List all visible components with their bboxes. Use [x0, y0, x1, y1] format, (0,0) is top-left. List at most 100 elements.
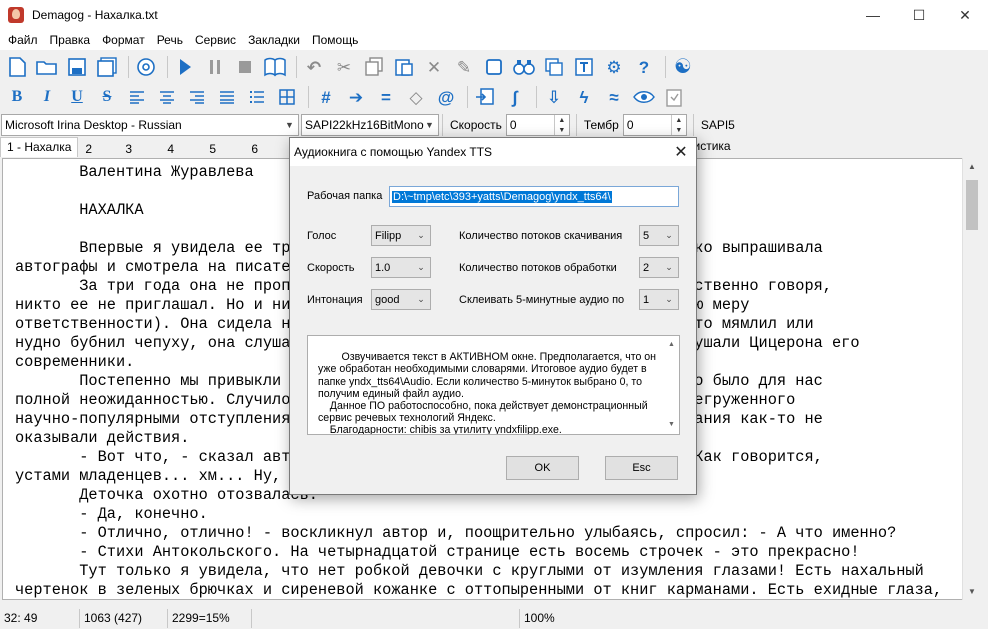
app-icon — [8, 7, 24, 23]
open-folder-icon[interactable] — [34, 54, 60, 80]
folder-label: Рабочая папка — [307, 190, 383, 202]
voice-combo[interactable]: Filipp ⌄ — [371, 225, 431, 246]
close-icon[interactable]: ✕ — [670, 141, 692, 163]
progress-status: 2299=15% — [168, 609, 252, 628]
gear-icon[interactable]: ⚙ — [601, 54, 627, 80]
integral-icon[interactable]: ∫ — [502, 84, 528, 110]
arrow-right-icon[interactable]: ➔ — [343, 84, 369, 110]
menu-edit[interactable]: Правка — [44, 30, 97, 50]
undo-icon[interactable]: ↶ — [301, 54, 327, 80]
tab-1[interactable]: 1 - Нахалка — [0, 137, 79, 157]
tab-4[interactable]: 4 — [160, 139, 202, 157]
list-icon[interactable] — [244, 84, 270, 110]
voice-label: Голос — [307, 230, 337, 242]
speed-spinner[interactable]: 0 ▲ ▼ — [505, 114, 570, 136]
process-threads-label: Количество потоков обработки — [459, 262, 617, 274]
italic-icon[interactable]: I — [34, 84, 60, 110]
table-icon[interactable] — [274, 84, 300, 110]
paste-icon[interactable] — [391, 54, 417, 80]
info-text: Озвучивается текст в АКТИВНОМ окне. Пред… — [318, 351, 657, 435]
align-left-icon[interactable] — [124, 84, 150, 110]
editor-scrollbar[interactable]: ▲ ▼ — [962, 158, 980, 600]
cut-icon[interactable]: ✂ — [331, 54, 357, 80]
disc-icon[interactable] — [133, 54, 159, 80]
menu-help[interactable]: Помощь — [306, 30, 364, 50]
cursor-position: 32: 49 — [0, 609, 80, 628]
chevron-down-icon: ⌄ — [665, 262, 673, 272]
bold-icon[interactable]: B — [4, 84, 30, 110]
copy-icon[interactable] — [361, 54, 387, 80]
text-icon[interactable] — [571, 54, 597, 80]
approx-icon[interactable]: ≈ — [601, 84, 627, 110]
process-threads-combo[interactable]: 2 ⌄ — [639, 257, 679, 278]
lightning-icon[interactable]: ϟ — [571, 84, 597, 110]
info-scrollbar[interactable]: ▲ ▼ — [664, 336, 679, 434]
align-center-icon[interactable] — [154, 84, 180, 110]
new-file-icon[interactable] — [4, 54, 30, 80]
yin-yang-icon[interactable]: ☯ — [670, 54, 696, 80]
intonation-combo[interactable]: good ⌄ — [371, 289, 431, 310]
scroll-down-icon[interactable]: ▼ — [963, 583, 981, 600]
dialog-title-bar: Аудиокнига с помощью Yandex TTS ✕ — [290, 138, 696, 166]
scroll-up-icon[interactable]: ▲ — [963, 158, 981, 175]
tab-5[interactable]: 5 — [202, 139, 244, 157]
menu-service[interactable]: Сервис — [189, 30, 242, 50]
play-icon[interactable] — [172, 54, 198, 80]
close-window-button[interactable]: ✕ — [942, 0, 988, 30]
chevron-down-icon: ⌄ — [665, 230, 673, 240]
pause-icon[interactable] — [202, 54, 228, 80]
frame-icon[interactable] — [481, 54, 507, 80]
download-threads-combo[interactable]: 5 ⌄ — [639, 225, 679, 246]
spinner-arrows-icon[interactable]: ▲ ▼ — [670, 115, 686, 135]
align-right-icon[interactable] — [184, 84, 210, 110]
tab-2[interactable]: 2 — [78, 139, 118, 157]
zoom-level: 100% — [524, 611, 555, 625]
binoculars-icon[interactable] — [511, 54, 537, 80]
maximize-button[interactable]: ☐ — [896, 0, 942, 30]
merge-label: Склеивать 5-минутные аудио по — [459, 294, 625, 306]
at-icon[interactable]: @ — [433, 84, 459, 110]
folder-value: D:\~tmp\etc\393+yatts\Demagog\yndx_tts64… — [392, 190, 612, 203]
audio-format-select[interactable]: SAPI22kHz16BitMono ▼ — [301, 114, 439, 136]
save-all-icon[interactable] — [94, 54, 120, 80]
chevron-down-icon: ▼ — [425, 120, 434, 130]
menu-speech[interactable]: Речь — [151, 30, 189, 50]
esc-button[interactable]: Esc — [605, 456, 678, 480]
justify-icon[interactable] — [214, 84, 240, 110]
format-toolbar: B I U S # ➔ = ◇ @ ∫ ⇩ ϟ ≈ — [0, 82, 988, 112]
timbre-spinner[interactable]: 0 ▲ ▼ — [622, 114, 687, 136]
diamond-icon[interactable]: ◇ — [403, 84, 429, 110]
minimize-button[interactable]: — — [850, 0, 896, 30]
underline-icon[interactable]: U — [64, 84, 90, 110]
tab-6[interactable]: 6 — [244, 139, 286, 157]
hash-icon[interactable]: # — [313, 84, 339, 110]
stop-icon[interactable] — [232, 54, 258, 80]
clear-icon[interactable]: ✕ — [421, 54, 447, 80]
speed-combo[interactable]: 1.0 ⌄ — [371, 257, 431, 278]
edit-icon[interactable]: ✎ — [451, 54, 477, 80]
help-icon[interactable]: ? — [631, 54, 657, 80]
ok-button[interactable]: OK — [506, 456, 579, 480]
folder-input[interactable]: D:\~tmp\etc\393+yatts\Demagog\yndx_tts64… — [389, 186, 679, 207]
voice-select[interactable]: Microsoft Irina Desktop - Russian ▼ — [1, 114, 299, 136]
scroll-thumb[interactable] — [966, 180, 978, 230]
spinner-arrows-icon[interactable]: ▲ ▼ — [553, 115, 569, 135]
window-title: Demagog - Нахалка.txt — [32, 8, 158, 22]
down-arrow-icon[interactable]: ⇩ — [541, 84, 567, 110]
import-icon[interactable] — [472, 84, 498, 110]
eye-icon[interactable] — [631, 84, 657, 110]
tab-3[interactable]: 3 — [118, 139, 160, 157]
chevron-down-icon: ⌄ — [417, 294, 425, 304]
strike-icon[interactable]: S — [94, 84, 120, 110]
clipboard-icon[interactable] — [661, 84, 687, 110]
merge-combo[interactable]: 1 ⌄ — [639, 289, 679, 310]
menu-format[interactable]: Формат — [96, 30, 151, 50]
menu-bookmarks[interactable]: Закладки — [242, 30, 306, 50]
menu-file[interactable]: Файл — [2, 30, 44, 50]
replace-icon[interactable] — [541, 54, 567, 80]
save-icon[interactable] — [64, 54, 90, 80]
equals-icon[interactable]: = — [373, 84, 399, 110]
info-textbox[interactable]: Озвучивается текст в АКТИВНОМ окне. Пред… — [307, 335, 680, 435]
char-count: 1063 (427) — [80, 609, 168, 628]
book-icon[interactable] — [262, 54, 288, 80]
